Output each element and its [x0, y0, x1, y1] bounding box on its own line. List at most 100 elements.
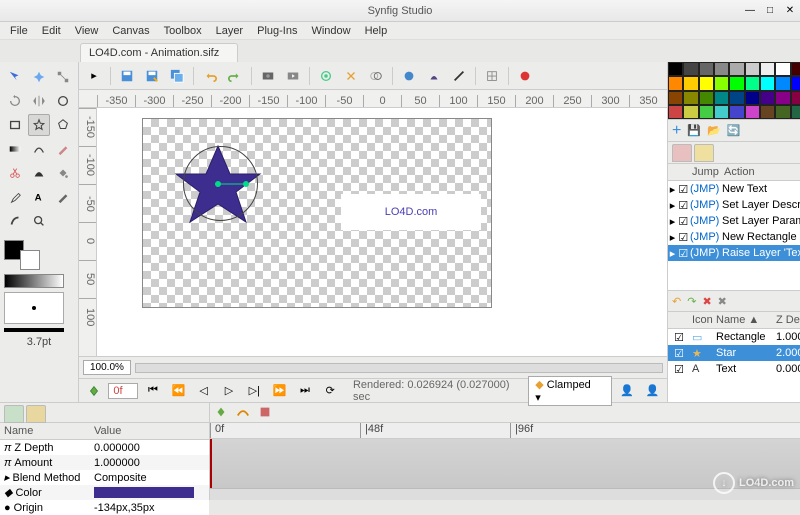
tool-circle[interactable] [52, 90, 74, 112]
tool-fill[interactable] [52, 162, 74, 184]
render-button[interactable] [257, 65, 279, 87]
param-row[interactable]: π Amount1.000000 [0, 455, 209, 470]
redo-button[interactable] [224, 65, 246, 87]
palette-swatch[interactable] [745, 62, 760, 76]
tab-canvases[interactable] [672, 144, 692, 162]
timeline-ruler[interactable]: 0f |48f |96f [210, 423, 800, 439]
param-row[interactable]: π Z Depth0.000000 [0, 440, 209, 455]
palette-save-button[interactable]: 💾 [687, 124, 701, 137]
tool-rectangle[interactable] [4, 114, 26, 136]
mode-normal-button[interactable]: 👤 [616, 380, 637, 402]
brush-size-slider[interactable] [4, 328, 64, 332]
tool-text[interactable]: A [28, 186, 50, 208]
tab-curves[interactable] [236, 405, 250, 422]
history-clear-undo-button[interactable]: ✖ [702, 295, 711, 308]
history-row[interactable]: ▸ ☑(JMP)Set Layer Description: 'Text' ->… [668, 197, 800, 213]
tool-star[interactable] [28, 114, 50, 136]
tool-polygon[interactable] [52, 114, 74, 136]
palette-swatch[interactable] [714, 105, 729, 119]
history-row[interactable]: ▸ ☑(JMP)Raise Layer 'Text' [668, 245, 800, 261]
palette-swatch[interactable] [791, 76, 800, 90]
palette-swatch[interactable] [760, 76, 775, 90]
layer-row[interactable]: ☑AText0.000000 [668, 361, 800, 377]
gradient-swatch[interactable] [4, 274, 64, 288]
palette-swatch[interactable] [683, 62, 698, 76]
palette-swatch[interactable] [683, 76, 698, 90]
palette-swatch[interactable] [668, 76, 683, 90]
palette-swatch[interactable] [791, 91, 800, 105]
scrollbar-horizontal[interactable] [135, 363, 663, 373]
menu-layer[interactable]: Layer [210, 24, 250, 38]
tool-spline[interactable] [28, 138, 50, 160]
palette-swatch[interactable] [775, 105, 790, 119]
menu-plugins[interactable]: Plug-Ins [251, 24, 303, 38]
palette-swatch[interactable] [714, 76, 729, 90]
tool-scale[interactable] [52, 66, 74, 88]
palette-swatch[interactable] [760, 105, 775, 119]
palette-swatch[interactable] [775, 62, 790, 76]
layers-col-name[interactable]: Name ▲ [714, 312, 774, 328]
seek-prev-button[interactable]: ◁ [193, 380, 214, 402]
tab-history[interactable] [694, 144, 714, 162]
star-layer[interactable] [168, 134, 268, 234]
palette-swatch[interactable] [714, 91, 729, 105]
tool-eyedrop[interactable] [4, 186, 26, 208]
caret-icon[interactable]: ▸ [83, 65, 105, 87]
bg-color-swatch[interactable] [20, 250, 40, 270]
toggle-duck-button[interactable] [398, 65, 420, 87]
text-layer[interactable]: LO4D.com [341, 194, 481, 230]
canvas-artboard[interactable]: LO4D.com [142, 118, 492, 308]
keyframe-icon[interactable] [83, 380, 104, 402]
grid-button[interactable] [481, 65, 503, 87]
param-row[interactable]: ● Origin-134px,35px [0, 500, 209, 515]
save-all-button[interactable] [166, 65, 188, 87]
palette-swatch[interactable] [714, 62, 729, 76]
undo-button[interactable] [199, 65, 221, 87]
tool-sketch[interactable] [52, 186, 74, 208]
seek-last-button[interactable]: ⏭ [294, 380, 315, 402]
tool-cutout[interactable] [4, 162, 26, 184]
menu-edit[interactable]: Edit [36, 24, 67, 38]
record-button[interactable] [514, 65, 536, 87]
history-undo-button[interactable]: ↶ [672, 295, 681, 308]
tool-draw[interactable] [52, 138, 74, 160]
history-row[interactable]: ▸ ☑(JMP)New Text [668, 181, 800, 197]
tool-zoom[interactable] [28, 210, 50, 232]
palette-swatch[interactable] [699, 105, 714, 119]
layer-row[interactable]: ☑▭Rectangle1.000000 [668, 329, 800, 345]
menu-window[interactable]: Window [305, 24, 356, 38]
tool-brush[interactable] [4, 210, 26, 232]
save-as-button[interactable] [141, 65, 163, 87]
tool-width[interactable] [28, 162, 50, 184]
history-clear-redo-button[interactable]: ✖ [718, 295, 727, 308]
maximize-button[interactable]: □ [764, 5, 776, 17]
palette-swatch[interactable] [729, 62, 744, 76]
seek-next-kf-button[interactable]: ⏩ [269, 380, 290, 402]
palette-swatch[interactable] [699, 62, 714, 76]
minimize-button[interactable]: — [744, 5, 756, 17]
timeline-cursor[interactable] [210, 439, 212, 488]
palette-swatch[interactable] [699, 76, 714, 90]
menu-view[interactable]: View [69, 24, 105, 38]
menu-toolbox[interactable]: Toolbox [158, 24, 208, 38]
history-row[interactable]: ▸ ☑(JMP)Set Layer Parameter (Text):Origi… [668, 213, 800, 229]
preview-button[interactable] [282, 65, 304, 87]
history-row[interactable]: ▸ ☑(JMP)New Rectangle [668, 229, 800, 245]
palette-swatch[interactable] [775, 76, 790, 90]
tool-transform[interactable] [4, 66, 26, 88]
palette-swatch[interactable] [760, 91, 775, 105]
layers-col-z[interactable]: Z Depth [774, 312, 800, 328]
canvas[interactable]: LO4D.com [97, 108, 667, 356]
palette-open-button[interactable]: 📂 [707, 124, 721, 137]
menu-help[interactable]: Help [359, 24, 394, 38]
close-button[interactable]: ✕ [784, 5, 796, 17]
mode-animate-button[interactable]: 👤 [642, 380, 663, 402]
tab-timetrack[interactable] [214, 405, 228, 422]
tool-gradient[interactable] [4, 138, 26, 160]
seek-prev-kf-button[interactable]: ⏪ [168, 380, 189, 402]
document-tab[interactable]: LO4D.com - Animation.sifz [80, 43, 238, 62]
frame-input[interactable] [108, 383, 138, 399]
palette-swatch[interactable] [683, 105, 698, 119]
palette-swatch[interactable] [699, 91, 714, 105]
tool-mirror[interactable] [28, 90, 50, 112]
